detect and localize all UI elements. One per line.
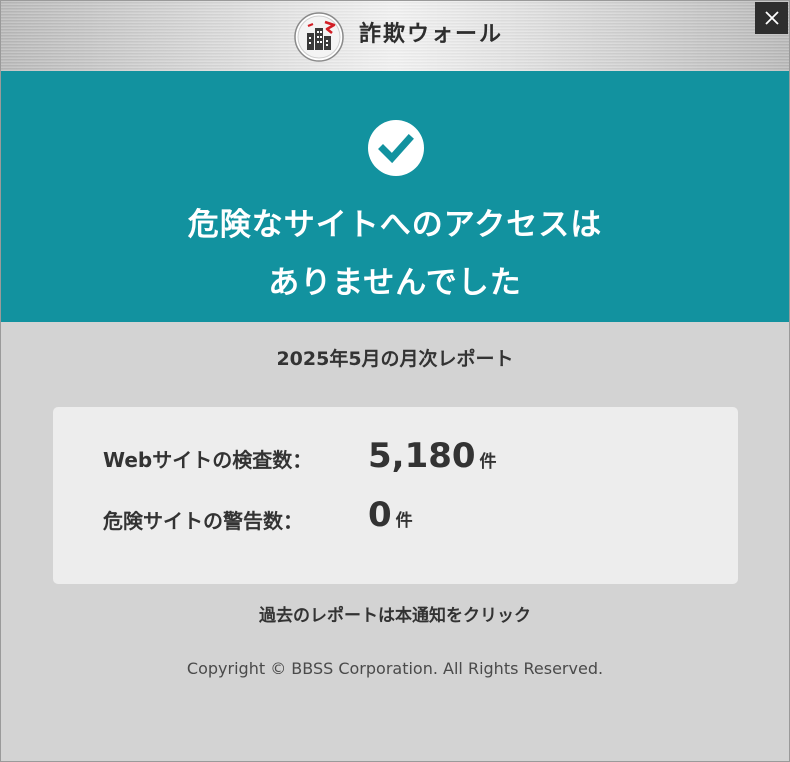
report-title: 2025年5月の月次レポート bbox=[276, 348, 514, 370]
stat-unit-scanned: 件 bbox=[479, 452, 497, 472]
headline-line-1: 危険なサイトへのアクセスは bbox=[187, 207, 603, 243]
close-icon bbox=[764, 11, 779, 25]
notification-window[interactable]: 詐欺ウォール 危険なサイトへのアクセスは ありませんでした 2025年5月の月次… bbox=[0, 0, 790, 762]
status-banner[interactable]: 危険なサイトへのアクセスは ありませんでした bbox=[1, 71, 789, 322]
copyright-text: Copyright © BBSS Corporation. All Rights… bbox=[186, 659, 604, 678]
stat-number-scanned: 5,180 bbox=[368, 436, 476, 476]
stat-number-warnings: 0 bbox=[368, 495, 392, 535]
stats-card: Webサイトの検査数： 5,180 件 危険サイトの警告数： 0件 bbox=[53, 407, 738, 584]
stat-unit-warnings: 件 bbox=[395, 511, 413, 531]
building-shield-logo bbox=[294, 12, 344, 62]
check-circle-icon bbox=[368, 120, 424, 176]
stat-label-warnings: 危険サイトの警告数： bbox=[103, 509, 303, 533]
past-reports-link[interactable]: 過去のレポートは本通知をクリック bbox=[1, 603, 789, 629]
stat-value-warnings: 0件 bbox=[368, 495, 413, 541]
status-headline: 危険なサイトへのアクセスは ありませんでした bbox=[1, 196, 789, 312]
close-button[interactable] bbox=[755, 2, 788, 34]
stat-value-scanned: 5,180 件 bbox=[368, 436, 497, 482]
stat-label-scanned: Webサイトの検査数： bbox=[103, 448, 313, 472]
app-title: 詐欺ウォール bbox=[359, 22, 504, 47]
title-bar: 詐欺ウォール bbox=[1, 1, 789, 71]
headline-line-2: ありませんでした bbox=[268, 265, 522, 301]
